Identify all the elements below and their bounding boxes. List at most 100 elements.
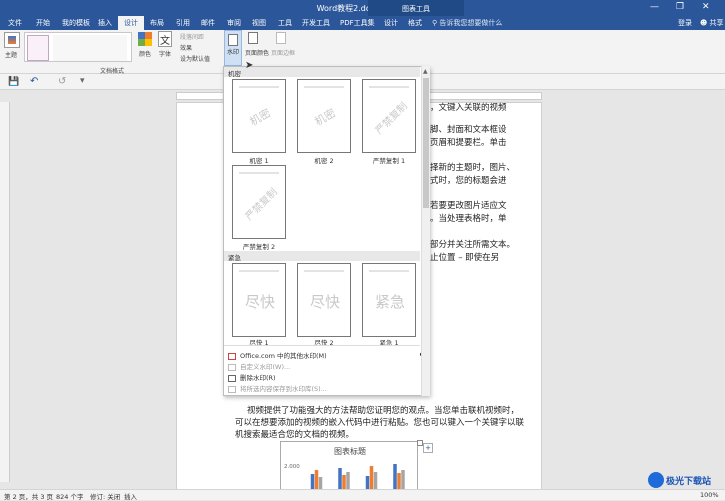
menu-item-icon xyxy=(228,363,236,371)
tab-design[interactable]: 设计 xyxy=(118,16,144,30)
status-bar: 第 2 页，共 3 页 824 个字 修订: 关闭 插入 100% xyxy=(0,489,725,501)
tab-developer[interactable]: 开发工具 xyxy=(302,18,330,28)
watermark-button[interactable]: 水印 xyxy=(224,30,242,66)
effects-button[interactable]: 效果 xyxy=(180,43,192,52)
document-line: 止位置 – 即使在另 xyxy=(430,253,500,263)
menu-item-label: 自定义水印(W)... xyxy=(240,363,291,371)
redo-icon[interactable]: ↺ xyxy=(58,76,66,87)
customize-qat-icon[interactable]: ▾ xyxy=(80,76,85,86)
document-line: 视频提供了功能强大的方法帮助您证明您的观点。当您单击联机视频时， xyxy=(247,406,520,416)
theme-icon[interactable] xyxy=(4,32,20,48)
share-button[interactable]: ☻ 共享 xyxy=(700,18,724,28)
document-line: 择新的主题时，图片、 xyxy=(430,163,516,173)
restore-button[interactable]: ❐ xyxy=(676,2,684,12)
context-tab-group: 图表工具 xyxy=(368,0,464,16)
login-link[interactable]: 登录 xyxy=(678,18,692,28)
tab-pdf-tools[interactable]: PDF工具集 xyxy=(340,18,375,28)
watermark-option[interactable]: 严禁复制 xyxy=(232,165,286,239)
paragraph-spacing-button[interactable]: 段落间距 xyxy=(180,32,204,41)
watermark-option[interactable]: 机密 xyxy=(232,79,286,153)
style-thumb[interactable] xyxy=(53,35,127,61)
watermark-option[interactable]: 尽快 xyxy=(232,263,286,337)
undo-icon[interactable]: ↶ xyxy=(30,76,38,87)
window-title: Word教程2.docx - Word xyxy=(316,4,409,13)
document-line: 。当处理表格时，单 xyxy=(430,214,507,224)
chart-bar xyxy=(393,464,397,492)
close-button[interactable]: ✕ xyxy=(702,2,710,12)
watermark-preview-text: 严禁复制 xyxy=(373,100,410,137)
fonts-icon[interactable]: 文 xyxy=(158,31,172,47)
menu-item-icon xyxy=(228,385,236,393)
document-line: 若要更改图片适应文 xyxy=(430,201,507,211)
watermark-preview-text: 机密 xyxy=(247,106,274,129)
tab-home[interactable]: 开始 xyxy=(36,18,50,28)
watermark-preview-text: 紧急 xyxy=(374,292,405,311)
save-icon[interactable]: 💾 xyxy=(8,77,19,87)
watermark-preview-text: 尽快 xyxy=(244,292,275,311)
menu-item-icon xyxy=(228,374,236,382)
style-thumb-selected[interactable] xyxy=(27,35,49,61)
watermark-option[interactable]: 机密 xyxy=(297,79,351,153)
document-line: 可以在想要添加的视频的嵌入代码中进行粘贴。您也可以键入一个关键字以联 xyxy=(235,418,525,428)
scroll-up-icon[interactable]: ▲ xyxy=(423,68,428,75)
colors-label: 颜色 xyxy=(139,51,152,58)
watermark-preview-text: 机密 xyxy=(312,106,339,129)
menu-item-label: Office.com 中的其他水印(M) xyxy=(240,352,327,360)
chart-elements-button[interactable]: + xyxy=(423,443,433,453)
menu-divider xyxy=(224,345,420,346)
tab-tools[interactable]: 工具 xyxy=(278,18,292,28)
tab-references[interactable]: 引用 xyxy=(176,18,190,28)
minimize-button[interactable]: — xyxy=(650,2,659,12)
tab-chart-design[interactable]: 设计 xyxy=(384,18,398,28)
document-line: ，文键入关联的视频 xyxy=(430,103,507,113)
page-borders-icon[interactable] xyxy=(276,32,286,44)
page-color-icon[interactable] xyxy=(248,32,258,44)
menu-item[interactable]: 将所选内容保存到水印库(S)... xyxy=(228,383,418,394)
watermark-caption: 机密 1 xyxy=(249,157,269,165)
tab-file[interactable]: 文件 xyxy=(8,18,22,28)
tab-view[interactable]: 视图 xyxy=(252,18,266,28)
tab-insert[interactable]: 插入 xyxy=(98,18,112,28)
menu-item[interactable]: 删除水印(R) xyxy=(228,372,418,383)
colors-icon[interactable] xyxy=(138,32,152,46)
set-default-button[interactable]: 设为默认值 xyxy=(180,54,210,63)
tab-my-templates[interactable]: 我的模板 xyxy=(62,18,90,28)
style-set-gallery[interactable] xyxy=(24,32,132,62)
scroll-thumb[interactable] xyxy=(423,78,429,208)
fonts-label: 字体 xyxy=(159,51,172,58)
chart-title: 图表标题 xyxy=(334,447,366,456)
menu-item[interactable]: 自定义水印(W)... xyxy=(228,361,418,372)
watermark-caption: 机密 2 xyxy=(314,157,334,165)
tell-me-search[interactable]: ⚲ 告诉我您想要做什么 xyxy=(432,18,502,28)
menu-item-label: 将所选内容保存到水印库(S)... xyxy=(240,385,327,393)
tab-mailings[interactable]: 邮件 xyxy=(201,18,215,28)
document-line: 页眉和提要栏。单击 xyxy=(430,138,507,148)
section-urgent: 紧急 xyxy=(224,251,420,262)
dropdown-scrollbar[interactable]: ▲ xyxy=(421,66,430,396)
watermark-label: 水印 xyxy=(226,49,239,56)
section-confidential: 机密 xyxy=(224,67,420,78)
page-color-label: 页面颜色 xyxy=(245,50,270,57)
menu-item[interactable]: Office.com 中的其他水印(M)▸ xyxy=(228,350,423,361)
watermark-preview-text: 尽快 xyxy=(309,292,340,311)
watermark-option[interactable]: 严禁复制 xyxy=(362,79,416,153)
document-line: 脚、封面和文本框设 xyxy=(430,125,507,135)
tab-chart-format[interactable]: 格式 xyxy=(408,18,422,28)
watermark-gallery-dropdown: 机密 机密 机密 1 机密 机密 2 严禁复制 严禁复制 1 严禁复制 严禁复制 2 尽快 尽快 … xyxy=(223,66,430,396)
site-logo-icon xyxy=(648,472,664,488)
watermark-caption: 严禁复制 2 xyxy=(242,243,276,251)
mouse-cursor-icon: ➤ xyxy=(245,60,254,71)
share-label: 共享 xyxy=(709,19,724,27)
document-line: 部分并关注所需文本。 xyxy=(430,240,516,250)
title-bar: Word教程2.docx - Word 图表工具 — ❐ ✕ xyxy=(0,0,725,16)
tab-review[interactable]: 审阅 xyxy=(227,18,241,28)
watermark-icon xyxy=(228,34,238,46)
chart-ytick: 2.000 xyxy=(284,464,300,470)
vertical-ruler xyxy=(0,102,10,482)
watermark-option[interactable]: 尽快 xyxy=(297,263,351,337)
tab-layout[interactable]: 布局 xyxy=(150,18,164,28)
zoom-level[interactable]: 100% xyxy=(700,491,719,499)
watermark-option[interactable]: 紧急 xyxy=(362,263,416,337)
ribbon-tabs: 文件 开始 我的模板 插入 设计 布局 引用 邮件 审阅 视图 工具 开发工具 … xyxy=(0,16,725,30)
page-borders-label: 页面边框 xyxy=(271,50,296,57)
